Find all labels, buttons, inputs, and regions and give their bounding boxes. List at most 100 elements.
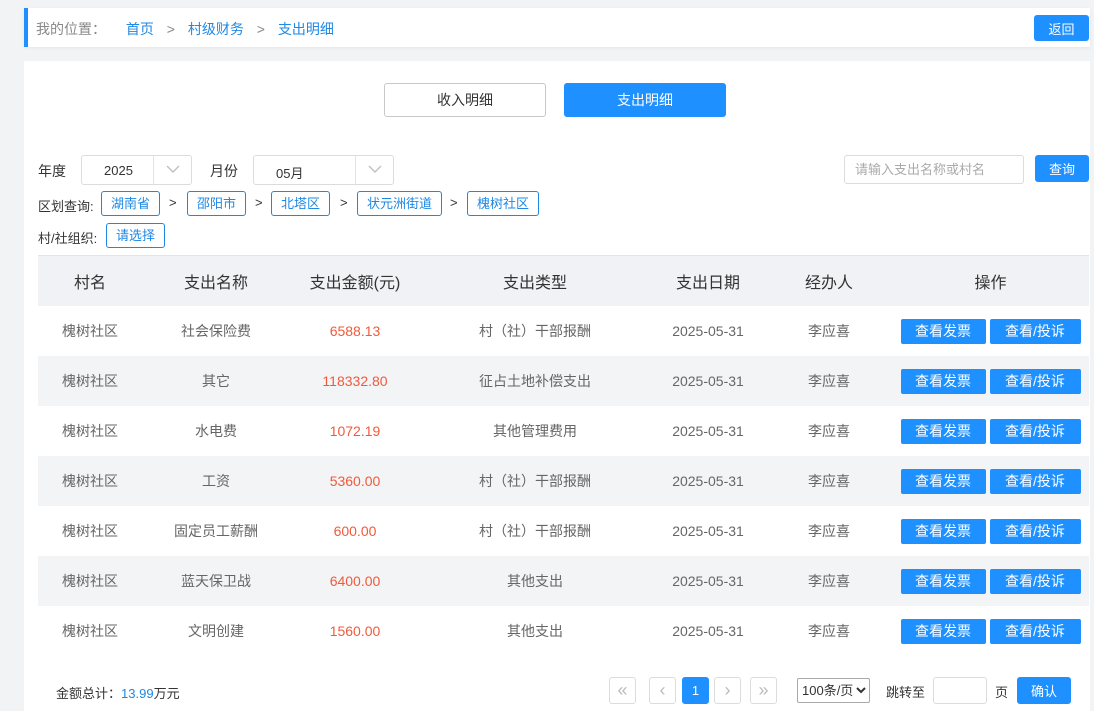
expense-type-cell: 村（社）干部报酬: [479, 523, 591, 539]
region-chip-province[interactable]: 湖南省: [101, 191, 161, 216]
breadcrumb-finance-link[interactable]: 村级财务: [188, 21, 244, 37]
view-invoice-button[interactable]: 查看发票: [900, 518, 986, 544]
prev-page-button[interactable]: ‹: [649, 677, 676, 704]
handler-cell: 李应喜: [808, 473, 850, 489]
year-label: 年度: [38, 163, 66, 179]
actions-cell: 查看发票 查看/投诉: [892, 356, 1089, 406]
breadcrumb-separator: >: [166, 21, 175, 37]
month-value: 05月: [276, 166, 304, 181]
double-chevron-right-icon: »: [758, 680, 769, 700]
expense-type-cell: 其他管理费用: [493, 423, 577, 439]
date-cell: 2025-05-31: [672, 473, 744, 489]
region-separator: >: [255, 195, 263, 210]
table-row: 槐树社区 水电费 1072.19 其他管理费用 2025-05-31 李应喜 查…: [38, 406, 1089, 456]
breadcrumb-current[interactable]: 支出明细: [278, 21, 334, 37]
expense-name-cell: 固定员工薪酬: [174, 523, 258, 539]
expense-type-cell: 征占土地补偿支出: [479, 373, 591, 389]
view-complain-button[interactable]: 查看/投诉: [989, 468, 1081, 494]
region-label: 区划查询:: [38, 199, 94, 214]
region-separator: >: [340, 195, 348, 210]
chevron-left-icon: ‹: [659, 680, 666, 700]
actions-cell: 查看发票 查看/投诉: [892, 606, 1089, 656]
breadcrumb: 我的位置： 首页 > 村级财务 > 支出明细: [36, 19, 334, 39]
month-label: 月份: [210, 163, 238, 179]
view-invoice-button[interactable]: 查看发票: [900, 368, 986, 394]
village-cell: 槐树社区: [62, 623, 118, 639]
expense-type-cell: 其他支出: [507, 573, 563, 589]
amount-cell: 6588.13: [329, 323, 381, 339]
total-value: 13.99: [121, 686, 154, 701]
confirm-jump-button[interactable]: 确认: [1017, 677, 1071, 704]
month-select[interactable]: 05月: [253, 155, 394, 185]
page-size-select[interactable]: 100条/页: [797, 678, 870, 703]
region-chip-street[interactable]: 状元洲街道: [357, 191, 443, 216]
breadcrumb-home-link[interactable]: 首页: [126, 21, 154, 37]
view-complain-button[interactable]: 查看/投诉: [989, 368, 1081, 394]
expense-name-cell: 水电费: [195, 423, 237, 439]
amount-total: 金额总计：13.99万元: [56, 683, 180, 702]
view-invoice-button[interactable]: 查看发票: [900, 568, 986, 594]
village-cell: 槐树社区: [62, 323, 118, 339]
page-number-current[interactable]: 1: [682, 677, 709, 704]
column-header-village: 村名: [73, 275, 106, 292]
region-chip-district[interactable]: 北塔区: [271, 191, 331, 216]
expense-type-cell: 村（社）干部报酬: [479, 473, 591, 489]
query-button[interactable]: 查询: [1035, 155, 1089, 182]
view-invoice-button[interactable]: 查看发票: [900, 418, 986, 444]
expense-name-cell: 蓝天保卫战: [181, 573, 251, 589]
breadcrumb-label: 我的位置：: [36, 21, 106, 37]
main-panel: 收入明细 支出明细 年度 2025 月份 05月 查询 区划查询: 湖南省 > …: [24, 61, 1090, 711]
view-invoice-button[interactable]: 查看发票: [900, 318, 986, 344]
jump-page-input[interactable]: [933, 677, 987, 704]
table-row: 槐树社区 文明创建 1560.00 其他支出 2025-05-31 李应喜 查看…: [38, 606, 1089, 656]
date-cell: 2025-05-31: [672, 323, 744, 339]
tab-income-details[interactable]: 收入明细: [384, 83, 546, 117]
village-cell: 槐树社区: [62, 573, 118, 589]
actions-cell: 查看发票 查看/投诉: [892, 406, 1089, 456]
village-cell: 槐树社区: [62, 473, 118, 489]
search-input[interactable]: [844, 155, 1024, 184]
total-unit: 万元: [153, 686, 180, 701]
expense-name-cell: 其它: [202, 373, 230, 389]
expense-name-cell: 文明创建: [188, 623, 244, 639]
region-separator: >: [450, 195, 458, 210]
column-header-name: 支出名称: [183, 275, 248, 292]
village-cell: 槐树社区: [62, 423, 118, 439]
view-invoice-button[interactable]: 查看发票: [900, 618, 986, 644]
next-page-button[interactable]: ›: [714, 677, 741, 704]
view-complain-button[interactable]: 查看/投诉: [989, 318, 1081, 344]
region-chip-community[interactable]: 槐树社区: [467, 191, 540, 216]
amount-cell: 118332.80: [322, 373, 388, 389]
tab-expense-details[interactable]: 支出明细: [564, 83, 726, 117]
village-cell: 槐树社区: [62, 373, 118, 389]
back-button[interactable]: 返回: [1034, 15, 1089, 41]
view-complain-button[interactable]: 查看/投诉: [989, 518, 1081, 544]
handler-cell: 李应喜: [808, 323, 850, 339]
view-invoice-button[interactable]: 查看发票: [900, 468, 986, 494]
actions-cell: 查看发票 查看/投诉: [892, 556, 1089, 606]
date-cell: 2025-05-31: [672, 373, 744, 389]
last-page-button[interactable]: »: [750, 677, 777, 704]
table-row: 槐树社区 其它 118332.80 征占土地补偿支出 2025-05-31 李应…: [38, 356, 1089, 406]
table-row: 槐树社区 工资 5360.00 村（社）干部报酬 2025-05-31 李应喜 …: [38, 456, 1089, 506]
view-complain-button[interactable]: 查看/投诉: [989, 568, 1081, 594]
first-page-button[interactable]: «: [609, 677, 636, 704]
table-row: 槐树社区 固定员工薪酬 600.00 村（社）干部报酬 2025-05-31 李…: [38, 506, 1089, 556]
page-unit-label: 页: [995, 685, 1009, 700]
table-header: 村名 支出名称 支出金额(元) 支出类型 支出日期 经办人 操作: [38, 255, 1089, 306]
org-select-button[interactable]: 请选择: [106, 223, 166, 248]
date-cell: 2025-05-31: [672, 623, 744, 639]
region-chip-city[interactable]: 邵阳市: [187, 191, 247, 216]
column-header-amount: 支出金额(元): [309, 275, 401, 292]
expense-name-cell: 工资: [202, 473, 230, 489]
year-select[interactable]: 2025: [81, 155, 192, 185]
amount-cell: 600.00: [333, 523, 377, 539]
chevron-down-icon: [355, 156, 393, 184]
view-complain-button[interactable]: 查看/投诉: [989, 418, 1081, 444]
view-complain-button[interactable]: 查看/投诉: [989, 618, 1081, 644]
column-header-type: 支出类型: [502, 275, 567, 292]
expense-table: 村名 支出名称 支出金额(元) 支出类型 支出日期 经办人 操作 槐树社区 社会…: [38, 255, 1089, 656]
date-cell: 2025-05-31: [672, 523, 744, 539]
chevron-down-icon: [153, 156, 191, 184]
breadcrumb-separator: >: [256, 21, 265, 37]
